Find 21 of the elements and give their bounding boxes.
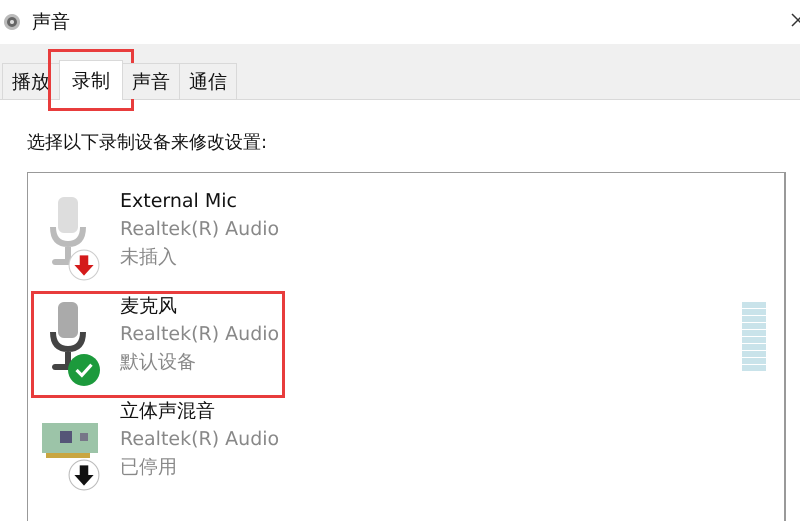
device-driver: Realtek(R) Audio [120,217,280,242]
device-status: 已停用 [120,455,178,480]
speaker-icon [2,12,22,32]
device-item[interactable]: 麦克风 Realtek(R) Audio 默认设备 [32,292,284,397]
window-title: 声音 [32,10,70,35]
device-driver: Realtek(R) Audio [120,322,280,347]
tab[interactable]: 录制 [59,60,123,100]
tab[interactable]: 通信 [179,63,237,99]
device-status: 未插入 [120,245,178,270]
device-driver: Realtek(R) Audio [120,427,280,452]
tab[interactable]: 声音 [122,63,180,99]
level-meter [742,302,766,371]
device-name: 麦克风 [120,294,178,319]
instruction-text: 选择以下录制设备来修改设置: [27,131,268,154]
device-item[interactable]: 立体声混音 Realtek(R) Audio 已停用 [32,397,284,502]
device-status: 默认设备 [120,350,197,375]
device-item[interactable]: External Mic Realtek(R) Audio 未插入 [32,187,284,292]
device-name: 立体声混音 [120,399,216,424]
tab[interactable]: 播放 [2,63,60,99]
check-icon [68,354,100,386]
device-name: External Mic [120,189,238,214]
